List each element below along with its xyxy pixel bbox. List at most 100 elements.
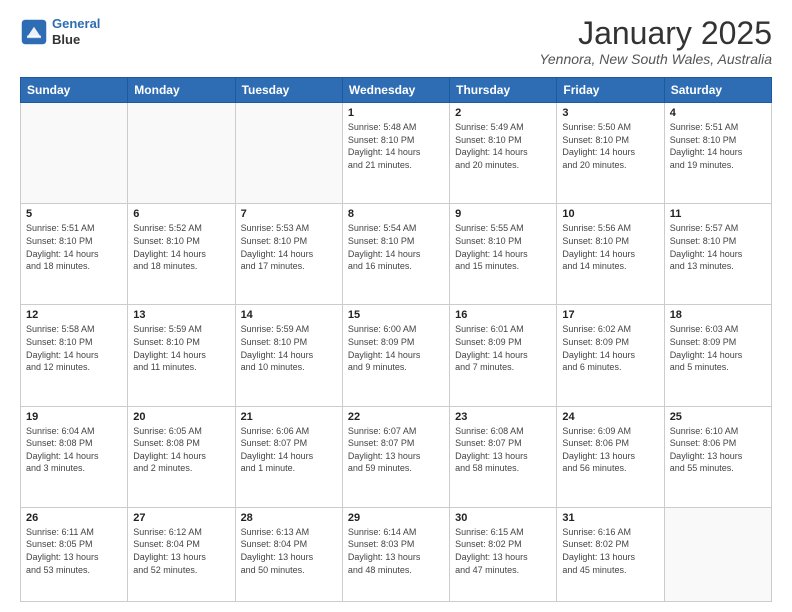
cell-daylight-info: Sunrise: 6:05 AM Sunset: 8:08 PM Dayligh… [133,425,229,475]
cell-daylight-info: Sunrise: 5:58 AM Sunset: 8:10 PM Dayligh… [26,323,122,373]
cell-daylight-info: Sunrise: 6:12 AM Sunset: 8:04 PM Dayligh… [133,526,229,576]
day-number: 27 [133,512,229,524]
day-number: 30 [455,512,551,524]
calendar-week-row: 19Sunrise: 6:04 AM Sunset: 8:08 PM Dayli… [21,406,772,507]
calendar-cell: 7 Sunrise: 5:53 AM Sunset: 8:10 PM Daylig… [235,204,342,305]
location: Yennora, New South Wales, Australia [539,51,772,67]
calendar-cell: 17Sunrise: 6:02 AM Sunset: 8:09 PM Dayli… [557,305,664,406]
day-number: 24 [562,411,658,423]
day-number: 23 [455,411,551,423]
calendar-cell: 12 Sunrise: 5:58 AM Sunset: 8:10 PM Dayli… [21,305,128,406]
cell-daylight-info: Sunrise: 6:06 AM Sunset: 8:07 PM Dayligh… [241,425,337,475]
calendar-cell [128,103,235,204]
cell-daylight-info: Sunrise: 6:02 AM Sunset: 8:09 PM Dayligh… [562,323,658,373]
calendar-cell: 29Sunrise: 6:14 AM Sunset: 8:03 PM Dayli… [342,507,449,601]
weekday-header-saturday: Saturday [664,78,771,103]
calendar-cell: 1 Sunrise: 5:48 AM Sunset: 8:10 PM Daylig… [342,103,449,204]
calendar-cell: 9Sunrise: 5:55 AM Sunset: 8:10 PM Daylig… [450,204,557,305]
day-number: 2 [455,107,551,119]
calendar-cell: 5 Sunrise: 5:51 AM Sunset: 8:10 PM Daylig… [21,204,128,305]
calendar-cell: 27 Sunrise: 6:12 AM Sunset: 8:04 PM Dayli… [128,507,235,601]
day-number: 26 [26,512,122,524]
calendar-cell: 2 Sunrise: 5:49 AM Sunset: 8:10 PM Daylig… [450,103,557,204]
day-number: 20 [133,411,229,423]
day-number: 16 [455,309,551,321]
calendar-cell: 28Sunrise: 6:13 AM Sunset: 8:04 PM Dayli… [235,507,342,601]
calendar-cell: 15Sunrise: 6:00 AM Sunset: 8:09 PM Dayli… [342,305,449,406]
day-number: 18 [670,309,766,321]
calendar: SundayMondayTuesdayWednesdayThursdayFrid… [20,77,772,602]
cell-daylight-info: Sunrise: 5:52 AM Sunset: 8:10 PM Dayligh… [133,222,229,272]
cell-daylight-info: Sunrise: 5:56 AM Sunset: 8:10 PM Dayligh… [562,222,658,272]
calendar-cell: 14 Sunrise: 5:59 AM Sunset: 8:10 PM Dayli… [235,305,342,406]
calendar-cell: 3Sunrise: 5:50 AM Sunset: 8:10 PM Daylig… [557,103,664,204]
cell-daylight-info: Sunrise: 5:59 AM Sunset: 8:10 PM Dayligh… [241,323,337,373]
header: General Blue January 2025 Yennora, New S… [20,16,772,67]
calendar-cell: 19Sunrise: 6:04 AM Sunset: 8:08 PM Dayli… [21,406,128,507]
calendar-cell: 25 Sunrise: 6:10 AM Sunset: 8:06 PM Dayli… [664,406,771,507]
day-number: 10 [562,208,658,220]
calendar-week-row: 1 Sunrise: 5:48 AM Sunset: 8:10 PM Daylig… [21,103,772,204]
cell-daylight-info: Sunrise: 6:08 AM Sunset: 8:07 PM Dayligh… [455,425,551,475]
calendar-cell: 24Sunrise: 6:09 AM Sunset: 8:06 PM Dayli… [557,406,664,507]
day-number: 29 [348,512,444,524]
cell-daylight-info: Sunrise: 6:04 AM Sunset: 8:08 PM Dayligh… [26,425,122,475]
calendar-cell: 8 Sunrise: 5:54 AM Sunset: 8:10 PM Daylig… [342,204,449,305]
calendar-cell: 6Sunrise: 5:52 AM Sunset: 8:10 PM Daylig… [128,204,235,305]
calendar-cell: 21 Sunrise: 6:06 AM Sunset: 8:07 PM Dayli… [235,406,342,507]
cell-daylight-info: Sunrise: 5:59 AM Sunset: 8:10 PM Dayligh… [133,323,229,373]
calendar-cell: 10 Sunrise: 5:56 AM Sunset: 8:10 PM Dayli… [557,204,664,305]
cell-daylight-info: Sunrise: 6:11 AM Sunset: 8:05 PM Dayligh… [26,526,122,576]
day-number: 1 [348,107,444,119]
cell-daylight-info: Sunrise: 5:51 AM Sunset: 8:10 PM Dayligh… [670,121,766,171]
cell-daylight-info: Sunrise: 6:16 AM Sunset: 8:02 PM Dayligh… [562,526,658,576]
logo-line2: Blue [52,32,100,48]
weekday-header-tuesday: Tuesday [235,78,342,103]
cell-daylight-info: Sunrise: 5:49 AM Sunset: 8:10 PM Dayligh… [455,121,551,171]
cell-daylight-info: Sunrise: 6:15 AM Sunset: 8:02 PM Dayligh… [455,526,551,576]
day-number: 31 [562,512,658,524]
logo: General Blue [20,16,100,47]
cell-daylight-info: Sunrise: 6:10 AM Sunset: 8:06 PM Dayligh… [670,425,766,475]
day-number: 12 [26,309,122,321]
cell-daylight-info: Sunrise: 5:57 AM Sunset: 8:10 PM Dayligh… [670,222,766,272]
calendar-cell: 26 Sunrise: 6:11 AM Sunset: 8:05 PM Dayli… [21,507,128,601]
day-number: 8 [348,208,444,220]
cell-daylight-info: Sunrise: 5:54 AM Sunset: 8:10 PM Dayligh… [348,222,444,272]
day-number: 7 [241,208,337,220]
calendar-cell: 20 Sunrise: 6:05 AM Sunset: 8:08 PM Dayli… [128,406,235,507]
cell-daylight-info: Sunrise: 6:13 AM Sunset: 8:04 PM Dayligh… [241,526,337,576]
cell-daylight-info: Sunrise: 5:50 AM Sunset: 8:10 PM Dayligh… [562,121,658,171]
calendar-week-row: 12 Sunrise: 5:58 AM Sunset: 8:10 PM Dayli… [21,305,772,406]
day-number: 4 [670,107,766,119]
logo-line1: General [52,16,100,31]
calendar-cell [235,103,342,204]
weekday-header-row: SundayMondayTuesdayWednesdayThursdayFrid… [21,78,772,103]
weekday-header-friday: Friday [557,78,664,103]
cell-daylight-info: Sunrise: 6:07 AM Sunset: 8:07 PM Dayligh… [348,425,444,475]
day-number: 5 [26,208,122,220]
calendar-cell: 4 Sunrise: 5:51 AM Sunset: 8:10 PM Daylig… [664,103,771,204]
day-number: 21 [241,411,337,423]
cell-daylight-info: Sunrise: 5:48 AM Sunset: 8:10 PM Dayligh… [348,121,444,171]
calendar-week-row: 5 Sunrise: 5:51 AM Sunset: 8:10 PM Daylig… [21,204,772,305]
day-number: 25 [670,411,766,423]
calendar-cell: 22Sunrise: 6:07 AM Sunset: 8:07 PM Dayli… [342,406,449,507]
calendar-cell: 13Sunrise: 5:59 AM Sunset: 8:10 PM Dayli… [128,305,235,406]
calendar-cell: 30 Sunrise: 6:15 AM Sunset: 8:02 PM Dayli… [450,507,557,601]
calendar-cell [664,507,771,601]
calendar-cell: 16 Sunrise: 6:01 AM Sunset: 8:09 PM Dayli… [450,305,557,406]
weekday-header-wednesday: Wednesday [342,78,449,103]
cell-daylight-info: Sunrise: 6:01 AM Sunset: 8:09 PM Dayligh… [455,323,551,373]
title-section: January 2025 Yennora, New South Wales, A… [539,16,772,67]
weekday-header-monday: Monday [128,78,235,103]
cell-daylight-info: Sunrise: 5:55 AM Sunset: 8:10 PM Dayligh… [455,222,551,272]
cell-daylight-info: Sunrise: 5:51 AM Sunset: 8:10 PM Dayligh… [26,222,122,272]
page: General Blue January 2025 Yennora, New S… [0,0,792,612]
cell-daylight-info: Sunrise: 5:53 AM Sunset: 8:10 PM Dayligh… [241,222,337,272]
weekday-header-thursday: Thursday [450,78,557,103]
calendar-cell: 18Sunrise: 6:03 AM Sunset: 8:09 PM Dayli… [664,305,771,406]
calendar-week-row: 26 Sunrise: 6:11 AM Sunset: 8:05 PM Dayli… [21,507,772,601]
day-number: 11 [670,208,766,220]
day-number: 14 [241,309,337,321]
